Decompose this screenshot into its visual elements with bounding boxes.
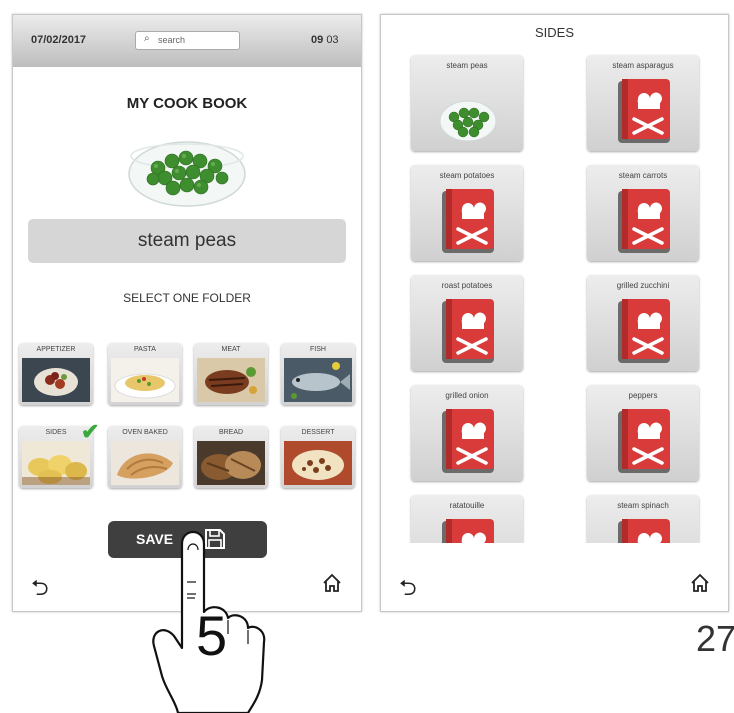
folder-meat[interactable]: MEAT bbox=[194, 343, 268, 405]
recipe-photo bbox=[128, 141, 246, 207]
pasta-photo bbox=[111, 358, 179, 402]
folder-oven-baked[interactable]: OVEN BAKED bbox=[108, 426, 182, 488]
recipe-card-steam-asparagus[interactable]: steam asparagus bbox=[587, 55, 699, 151]
page-title: MY COOK BOOK bbox=[126, 95, 248, 112]
recipe-label: peppers bbox=[628, 391, 658, 400]
select-folder-label: SELECT ONE FOLDER bbox=[123, 291, 251, 305]
cookbook-icon bbox=[442, 299, 494, 363]
recipe-label: steam carrots bbox=[618, 171, 668, 180]
folder-label: DESSERT bbox=[301, 429, 335, 436]
oven-baked-photo bbox=[111, 441, 179, 485]
folder-fish[interactable]: FISH bbox=[281, 343, 355, 405]
peas-photo bbox=[439, 100, 497, 142]
recipe-card-steam-spinach[interactable]: steam spinach bbox=[587, 495, 699, 543]
home-icon[interactable] bbox=[689, 572, 711, 594]
recipe-label: steam spinach bbox=[617, 501, 669, 510]
recipe-label: steam potatoes bbox=[439, 171, 495, 180]
sides-recipe-screen: SIDES steam peas steam asparagus steam p… bbox=[380, 14, 729, 612]
recipe-label: roast potatoes bbox=[441, 281, 493, 290]
folder-label: BREAD bbox=[218, 429, 244, 436]
recipe-card-grilled-zucchini[interactable]: grilled zucchini bbox=[587, 275, 699, 371]
folder-label: MEAT bbox=[221, 346, 241, 353]
dessert-photo bbox=[284, 441, 352, 485]
folder-title: SIDES bbox=[534, 25, 574, 40]
search-icon: ⌕ bbox=[144, 33, 150, 44]
page-number: 27 bbox=[696, 618, 734, 659]
status-time: 09 03 bbox=[311, 34, 339, 46]
cookbook-icon bbox=[442, 189, 494, 253]
status-time-hour: 09 bbox=[311, 34, 324, 46]
sides-photo bbox=[22, 441, 90, 485]
recipe-card-grilled-onion[interactable]: grilled onion bbox=[411, 385, 523, 481]
folder-label: OVEN BAKED bbox=[122, 429, 168, 436]
recipe-card-ratatouille[interactable]: ratatouille bbox=[411, 495, 523, 543]
cookbook-icon bbox=[618, 409, 670, 473]
checkmark-icon: ✔ bbox=[81, 419, 100, 444]
recipe-label: steam peas bbox=[446, 61, 488, 70]
recipe-card-peppers[interactable]: peppers bbox=[587, 385, 699, 481]
recipe-label: grilled zucchini bbox=[616, 281, 670, 290]
recipe-label: grilled onion bbox=[445, 391, 489, 400]
meat-photo bbox=[197, 358, 265, 402]
folder-pasta[interactable]: PASTA bbox=[108, 343, 182, 405]
folder-bread[interactable]: BREAD bbox=[194, 426, 268, 488]
recipe-label: ratatouille bbox=[449, 501, 485, 510]
back-arrow-icon[interactable]: ⮌ bbox=[31, 571, 49, 609]
back-arrow-icon[interactable]: ⮌ bbox=[399, 571, 417, 609]
cookbook-icon bbox=[442, 519, 494, 543]
folder-appetizer[interactable]: APPETIZER bbox=[19, 343, 93, 405]
folder-label: FISH bbox=[310, 346, 326, 353]
recipe-card-roast-potatoes[interactable]: roast potatoes bbox=[411, 275, 523, 371]
recipe-card-steam-peas[interactable]: steam peas bbox=[411, 55, 523, 151]
cookbook-icon bbox=[618, 189, 670, 253]
folder-dessert[interactable]: DESSERT bbox=[281, 426, 355, 488]
status-bar: 07/02/2017 ⌕ 09 03 bbox=[13, 15, 361, 67]
search-box[interactable]: ⌕ bbox=[135, 31, 240, 50]
status-date: 07/02/2017 bbox=[31, 34, 87, 46]
bread-photo bbox=[197, 441, 265, 485]
fish-photo bbox=[284, 358, 352, 402]
folder-label: PASTA bbox=[134, 346, 156, 353]
recipe-label: steam asparagus bbox=[612, 61, 674, 70]
cookbook-icon bbox=[618, 519, 670, 543]
search-input[interactable] bbox=[158, 33, 234, 47]
home-icon[interactable] bbox=[321, 572, 343, 594]
cookbook-icon bbox=[618, 299, 670, 363]
recipe-name-field[interactable]: steam peas bbox=[28, 219, 346, 263]
appetizer-photo bbox=[22, 358, 90, 402]
folder-label: APPETIZER bbox=[36, 346, 76, 353]
recipe-card-steam-potatoes[interactable]: steam potatoes bbox=[411, 165, 523, 261]
status-time-minute: 03 bbox=[326, 34, 339, 46]
cookbook-icon bbox=[442, 409, 494, 473]
cookbook-icon bbox=[618, 79, 670, 143]
recipe-card-steam-carrots[interactable]: steam carrots bbox=[587, 165, 699, 261]
recipe-list[interactable]: steam peas steam asparagus steam potatoe… bbox=[381, 49, 728, 543]
step-number: 5 bbox=[196, 604, 228, 667]
